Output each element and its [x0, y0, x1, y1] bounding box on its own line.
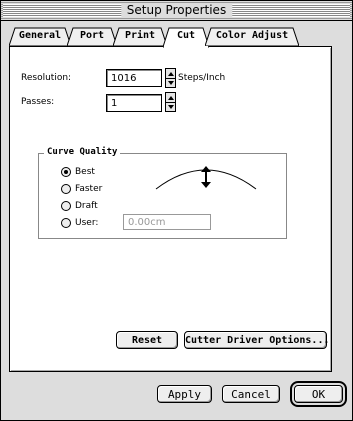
stepper-down-arrow-icon [168, 105, 174, 109]
title-bar[interactable]: Setup Properties [1, 1, 352, 21]
radio-best[interactable] [61, 167, 71, 177]
passes-label: Passes: [21, 97, 55, 107]
ok-button[interactable]: OK [294, 385, 343, 403]
cancel-button[interactable]: Cancel [222, 385, 280, 403]
stepper-down-arrow-icon [168, 81, 174, 85]
tab-color-adjust[interactable]: Color Adjust [205, 27, 299, 46]
tab-cut[interactable]: Cut [163, 27, 209, 48]
tab-general[interactable]: General [9, 27, 71, 46]
curve-diagram-icon [155, 166, 257, 190]
tab-color-adjust-label: Color Adjust [215, 30, 289, 41]
tab-print-label: Print [124, 30, 156, 41]
passes-input[interactable]: 1 [106, 94, 162, 112]
radio-faster-label[interactable]: Faster [75, 183, 102, 195]
curve-quality-title: Curve Quality [44, 146, 121, 158]
radio-faster[interactable] [61, 184, 71, 194]
radio-user-label[interactable]: User: [75, 217, 98, 229]
resolution-stepper[interactable] [165, 68, 176, 88]
radio-draft[interactable] [61, 201, 71, 211]
setup-properties-window: Setup Properties Resolution: 1016 Steps/… [0, 0, 353, 421]
resolution-unit-label: Steps/Inch [178, 73, 226, 83]
cut-tab-panel: Resolution: 1016 Steps/Inch Passes: 1 Cu… [9, 46, 332, 372]
resolution-input[interactable]: 1016 [106, 69, 162, 87]
user-curve-input[interactable]: 0.00cm [123, 214, 211, 230]
cutter-driver-options-button[interactable]: Cutter Driver Options... [184, 331, 330, 349]
tab-cut-label: Cut [176, 30, 196, 41]
tab-general-label: General [18, 30, 62, 41]
stepper-up-arrow-icon [168, 72, 174, 76]
radio-draft-label[interactable]: Draft [75, 200, 98, 212]
radio-selected-dot [64, 170, 68, 174]
window-title: Setup Properties [120, 3, 233, 18]
stepper-up-arrow-icon [168, 96, 174, 100]
tab-print[interactable]: Print [113, 27, 167, 46]
radio-user[interactable] [61, 218, 71, 228]
passes-stepper[interactable] [165, 92, 176, 112]
reset-button[interactable]: Reset [116, 331, 178, 349]
tab-port[interactable]: Port [67, 27, 117, 46]
tab-port-label: Port [79, 30, 105, 41]
apply-button[interactable]: Apply [157, 385, 212, 403]
resolution-label: Resolution: [21, 73, 72, 83]
radio-best-label[interactable]: Best [75, 166, 95, 178]
